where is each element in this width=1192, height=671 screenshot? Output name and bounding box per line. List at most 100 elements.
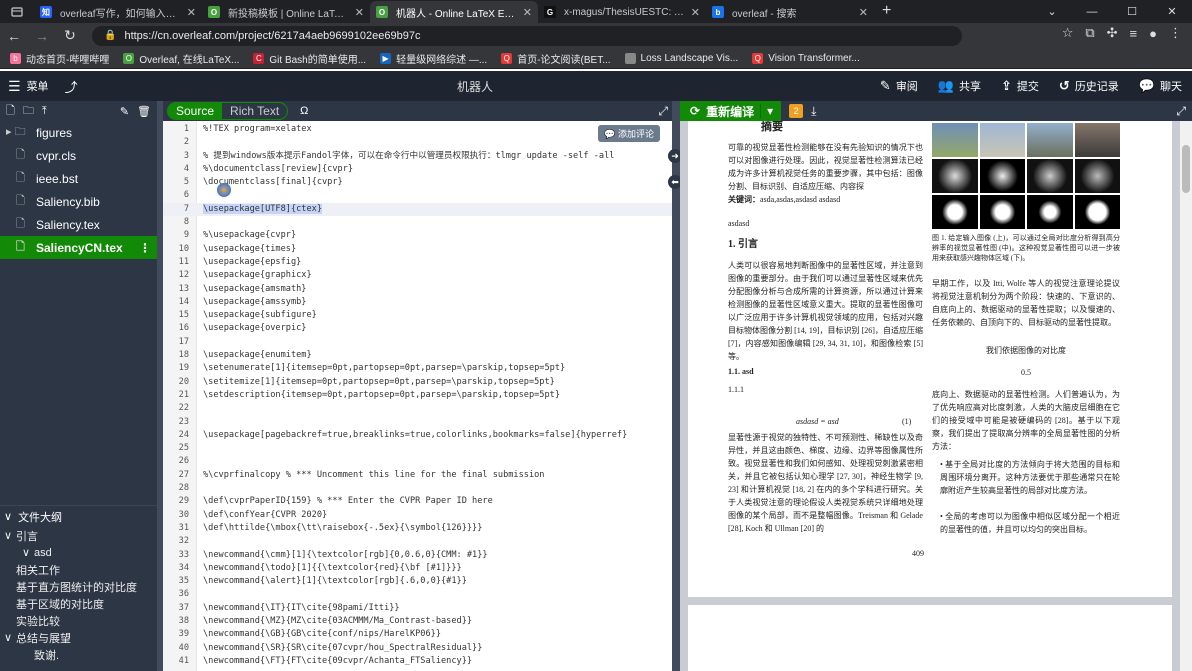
code-line: 30 \def\confYear{CVPR 2020} <box>163 509 672 522</box>
line-number: 37 <box>178 602 189 613</box>
browser-window: 知 overleaf写作，如何输入中文? ✕ O 新投稿模板 | Online LaTe… <box>0 0 1192 671</box>
file-tree-item[interactable]: 🗋 Saliency.bib <box>0 190 157 213</box>
browser-tab[interactable]: Gx-magus/ThesisUESTC: ThesisUE ✕ <box>538 1 706 23</box>
bookmark-item[interactable]: C Git Bash的简单使用... <box>253 51 366 66</box>
recompile-button[interactable]: ⟳ 重新编译 ▾ <box>680 101 782 121</box>
richtext-mode-button[interactable]: Rich Text <box>222 103 287 119</box>
file-tree-item[interactable]: 🗋 cvpr.cls <box>0 144 157 167</box>
line-number: 4 <box>183 163 189 174</box>
more-icon[interactable]: ⋮ <box>1169 25 1182 41</box>
code-line: 6 <box>163 189 672 202</box>
pdf-viewer[interactable]: 摘要 可靠的视觉显著性检测能够在没有先验知识的情况下也可以对图像进行处理。因此，… <box>680 121 1192 671</box>
outline-label: 总结与展望 <box>16 632 71 645</box>
bookmark-item[interactable]: b 动态首页-哔哩哔哩 <box>10 51 109 66</box>
subsubsection-heading: 1.1.1 <box>728 385 744 394</box>
profile-avatar[interactable]: ● <box>1149 26 1157 41</box>
right-splitter[interactable]: ➜ ⬅ <box>668 101 682 671</box>
url-field[interactable]: 🔒 https://cn.overleaf.com/project/6217a4… <box>92 25 962 46</box>
bookmark-item[interactable]: Q 首页-论文阅读(BET... <box>501 51 611 66</box>
line-number: 28 <box>178 483 189 494</box>
code-line: 3 % 提到windows版本提示Fandol字体，可以在命令行中以管理员权限执行… <box>163 150 672 163</box>
code-line: 27 %\cvprfinalcopy % *** Uncomment this l… <box>163 469 672 482</box>
bookmark-item[interactable]: O Overleaf, 在线LaTeX... <box>123 51 239 66</box>
outline-item[interactable]: 基于直方图统计的对比度 <box>0 578 157 595</box>
close-tab-icon[interactable]: ✕ <box>691 6 700 19</box>
outline-arrow-icon[interactable]: ∨ <box>22 546 34 559</box>
browser-tab[interactable]: O 新投稿模板 | Online LaTeX Ed ✕ <box>202 1 370 23</box>
rename-icon[interactable]: ✎ <box>120 105 129 118</box>
new-folder-icon[interactable]: 🗀 <box>23 102 34 121</box>
outline-arrow-icon[interactable]: ∨ <box>4 631 16 644</box>
chat-button[interactable]: 💬 聊天 <box>1139 78 1182 94</box>
submit-button[interactable]: ⇪ 提交 <box>1001 78 1039 94</box>
expand-icon[interactable]: ⤢ <box>658 104 668 119</box>
settings-icon[interactable]: ≡ <box>1130 26 1138 41</box>
line-number: 8 <box>183 217 189 228</box>
share-button[interactable]: 👥 共享 <box>938 78 981 94</box>
outline-arrow-icon[interactable]: ∨ <box>4 529 16 542</box>
star-icon[interactable]: ☆ <box>1062 25 1074 41</box>
omega-symbol-icon[interactable]: Ω <box>300 105 308 117</box>
minimize-button[interactable]: — <box>1072 0 1112 23</box>
file-tree-item[interactable]: 🗋 Saliency.tex <box>0 213 157 236</box>
outline-item[interactable]: 相关工作 <box>0 561 157 578</box>
pdf-scroll-thumb[interactable] <box>1182 145 1190 193</box>
upload-icon[interactable]: ⤒ <box>42 105 47 118</box>
bookmark-item[interactable]: Q Vision Transformer... <box>752 52 860 64</box>
line-number: 18 <box>178 350 189 361</box>
pdf-expand-icon[interactable]: ⤢ <box>1176 104 1186 119</box>
new-tab-button[interactable]: + <box>882 1 891 23</box>
outline-item[interactable]: ∨ 总结与展望 <box>0 629 157 646</box>
file-tree-item[interactable]: 🗋 SaliencyCN.tex ⋮ <box>0 236 157 259</box>
outline-label: 基于直方图统计的对比度 <box>16 581 137 594</box>
code-text: \newcommand{\GB}{GB\cite{conf/nips/Harel… <box>203 629 441 640</box>
browser-tab[interactable]: O 机器人 - Online LaTeX Editor Ov ✕ <box>370 1 538 23</box>
right-center-text: 我们依据图像的对比度 <box>986 346 1066 355</box>
file-tree-item[interactable]: ▸ 🗀 figures <box>0 121 157 144</box>
outline-item[interactable]: ∨ asd <box>0 544 157 561</box>
bookmark-item[interactable]: Loss Landscape Vis... <box>624 52 738 64</box>
code-text: %\usepackage{cvpr} <box>203 230 297 241</box>
outline-item[interactable]: 致谢. <box>0 646 157 663</box>
puzzle-icon[interactable]: ✣ <box>1107 25 1118 41</box>
tab-search-icon[interactable] <box>0 0 34 23</box>
review-button[interactable]: ✎ 审阅 <box>880 78 918 94</box>
close-tab-icon[interactable]: ✕ <box>187 6 196 19</box>
outline-header[interactable]: ∨ 文件大纲 <box>0 505 157 527</box>
delete-icon[interactable]: 🗑 <box>137 105 151 118</box>
source-mode-button[interactable]: Source <box>168 103 223 119</box>
code-editor[interactable]: 1 %!TEX program=xelatex 2 3% 提到windows版本提示F… <box>163 121 672 671</box>
code-line: 32 <box>163 535 672 548</box>
outline-item[interactable]: ∨ 引言 <box>0 527 157 544</box>
pdf-scrollbar[interactable] <box>1180 121 1192 671</box>
outline-item[interactable]: 实验比较 <box>0 612 157 629</box>
maximize-button[interactable]: ☐ <box>1112 0 1152 23</box>
close-window-button[interactable]: ✕ <box>1152 0 1192 23</box>
browser-tab[interactable]: b overleaf - 搜索 ✕ <box>706 1 874 23</box>
code-text: \newcommand{\SR}{SR\cite{07cvpr/hou_Spec… <box>203 642 483 653</box>
close-tab-icon[interactable]: ✕ <box>355 6 364 19</box>
new-file-icon[interactable]: 🗋 <box>6 102 15 121</box>
history-button[interactable]: ↺ 历史记录 <box>1059 78 1119 94</box>
code-line: 25 <box>163 442 672 455</box>
browser-tab[interactable]: 知 overleaf写作，如何输入中文? ✕ <box>34 1 202 23</box>
recompile-dropdown-icon[interactable]: ▾ <box>760 104 773 118</box>
file-name: Saliency.tex <box>36 217 100 232</box>
extension-icon[interactable]: ⧉ <box>1085 25 1094 41</box>
forward-button[interactable]: → <box>28 28 56 44</box>
close-tab-icon[interactable]: ✕ <box>859 6 868 19</box>
chevron-down-icon[interactable]: ⌄ <box>1032 0 1072 23</box>
download-icon[interactable]: ⤓ <box>811 104 816 119</box>
reload-button[interactable]: ↻ <box>56 27 84 44</box>
file-menu-icon[interactable]: ⋮ <box>139 241 151 255</box>
back-button[interactable]: ← <box>0 28 28 44</box>
bookmark-item[interactable]: ▶ 轻量级网络综述 —... <box>380 51 487 66</box>
code-text: \documentclass[final]{cvpr} <box>203 177 343 188</box>
close-tab-icon[interactable]: ✕ <box>523 6 532 19</box>
log-badge[interactable]: 2 <box>789 104 804 118</box>
outline-item[interactable]: 基于区域的对比度 <box>0 595 157 612</box>
file-tree-item[interactable]: 🗋 ieee.bst <box>0 167 157 190</box>
add-comment-button[interactable]: 💬 添加评论 <box>598 125 660 142</box>
